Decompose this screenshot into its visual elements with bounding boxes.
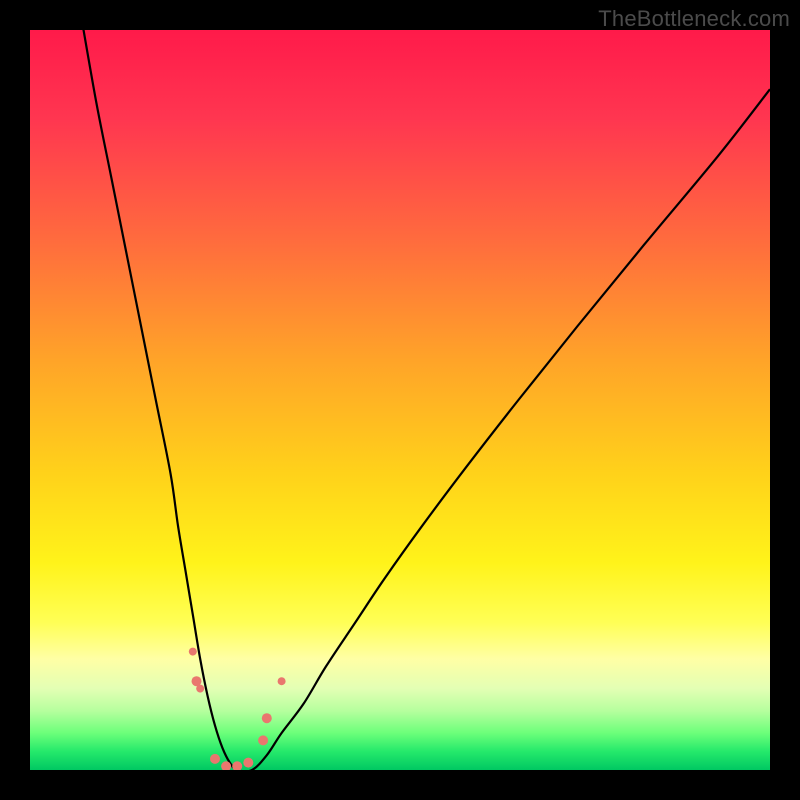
- plot-area: [30, 30, 770, 770]
- bottleneck-curve: [82, 30, 770, 770]
- curve-marker: [196, 685, 204, 693]
- chart-frame: TheBottleneck.com: [0, 0, 800, 800]
- watermark-text: TheBottleneck.com: [598, 6, 790, 32]
- curve-markers: [189, 648, 286, 770]
- curve-marker: [232, 761, 242, 770]
- curve-layer: [30, 30, 770, 770]
- curve-marker: [189, 648, 197, 656]
- curve-marker: [243, 758, 253, 768]
- curve-marker: [258, 735, 268, 745]
- curve-marker: [278, 677, 286, 685]
- curve-marker: [262, 713, 272, 723]
- curve-marker: [210, 754, 220, 764]
